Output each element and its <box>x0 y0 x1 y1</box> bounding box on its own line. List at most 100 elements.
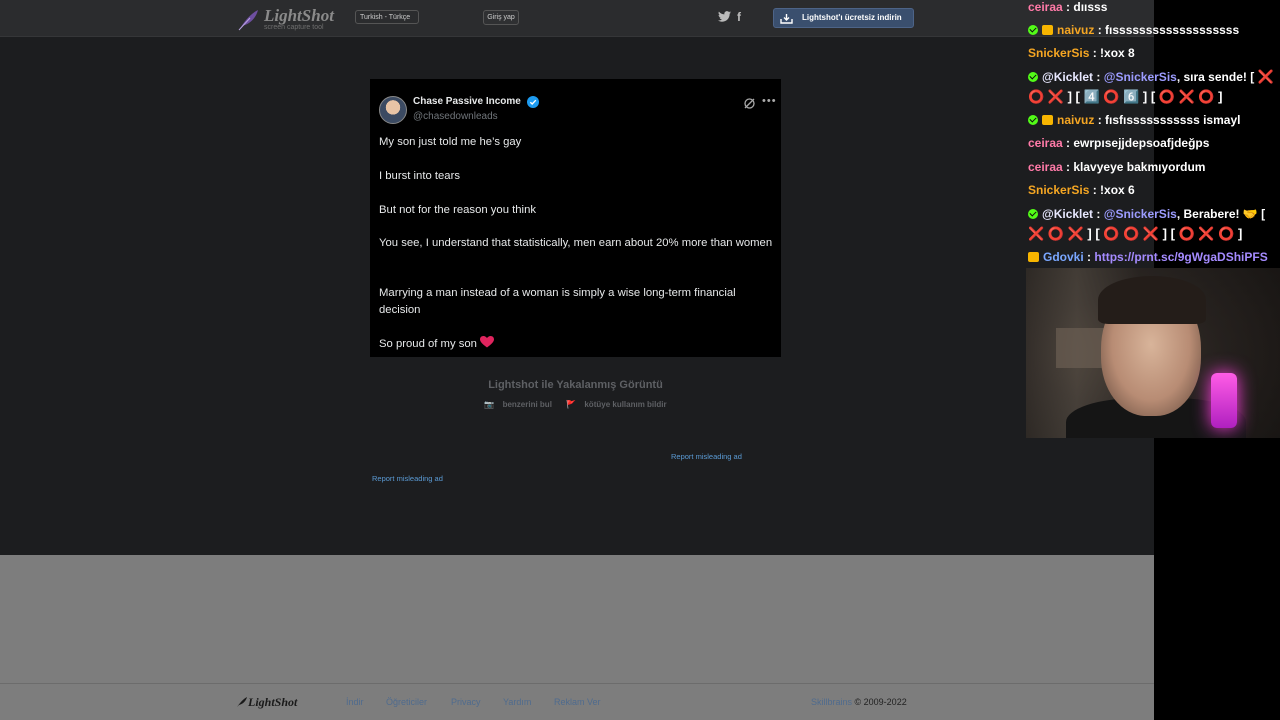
chat-message: SnickerSis : !xox 8 <box>1028 43 1278 63</box>
report-ad-link[interactable]: Report misleading ad <box>671 452 742 461</box>
verified-badge-icon <box>1028 72 1038 82</box>
footer: LightShot İndir Öğreticiler Privacy Yard… <box>0 555 1154 720</box>
chat-username[interactable]: naivuz <box>1057 113 1094 127</box>
avatar <box>379 96 407 124</box>
chat-message: ceiraa : klavyeye bakmıyordum <box>1028 157 1278 177</box>
report-ad-link[interactable]: Report misleading ad <box>372 474 443 483</box>
chat-text: , Berabere! 🤝 [ <box>1176 207 1266 221</box>
chat-username[interactable]: ceiraa <box>1028 136 1063 150</box>
chat-message: ceiraa : ewrpısejjdepsoafjdeğps <box>1028 133 1278 153</box>
screenshot-image[interactable]: Chase Passive Income @chasedownleads •••… <box>370 79 781 357</box>
verified-badge-icon <box>1028 115 1038 125</box>
chat-message: @Kicklet : @SnickerSis, sıra sende! [ ❌ ⭕… <box>1028 67 1278 104</box>
crown-icon <box>1042 115 1053 125</box>
tweet-line: So proud of my son <box>379 338 477 350</box>
chat-username[interactable]: naivuz <box>1057 23 1094 37</box>
find-similar-link[interactable]: 📷 benzerini bul <box>481 400 555 409</box>
twitter-icon[interactable] <box>718 11 731 22</box>
report-abuse-label: kötüye kullanım bildir <box>584 400 667 409</box>
language-selected: Turkish - Türkçe <box>360 14 411 21</box>
crown-icon <box>1042 25 1053 35</box>
chat-text: : ewrpısejjdepsoafjdeğps <box>1066 136 1210 150</box>
chat-mention[interactable]: @SnickerSis <box>1104 207 1177 221</box>
chat-message: naivuz : fısfısssssssssss ismayl <box>1028 110 1278 130</box>
chat-message: @Kicklet : @SnickerSis, Berabere! 🤝 [ ❌ ⭕… <box>1028 204 1278 241</box>
chat-text: : <box>1087 250 1092 264</box>
report-abuse-link[interactable]: 🚩 kötüye kullanım bildir <box>563 400 669 409</box>
footer-divider <box>0 683 1154 684</box>
download-icon <box>780 14 793 24</box>
chat-message: ceiraa : dıısss <box>1028 0 1278 17</box>
tweet-line: Marrying a man instead of a woman is sim… <box>379 287 736 316</box>
webcam-hair <box>1098 276 1206 324</box>
tweet-handle: @chasedownleads <box>413 111 498 122</box>
copyright: Skillbrains © 2009-2022 <box>811 697 907 707</box>
footer-link-help[interactable]: Yardım <box>503 697 531 707</box>
feather-icon <box>237 697 247 707</box>
chat-text: : <box>1096 70 1101 84</box>
chat-username[interactable]: Gdovki <box>1043 250 1084 264</box>
chat-text: : !xox 8 <box>1092 46 1135 60</box>
download-button[interactable]: Lightshot'ı ücretsiz indirin <box>773 8 914 28</box>
tweet-line: I burst into tears <box>379 170 460 182</box>
download-label: Lightshot'ı ücretsiz indirin <box>802 13 902 22</box>
chat-username[interactable]: SnickerSis <box>1028 46 1089 60</box>
more-icon: ••• <box>762 95 777 107</box>
chat-mention[interactable]: @SnickerSis <box>1104 70 1177 84</box>
feather-icon <box>238 10 258 31</box>
find-similar-label: benzerini bul <box>502 400 552 409</box>
footer-logo-text: LightShot <box>248 695 298 709</box>
chat-username[interactable]: ceiraa <box>1028 160 1063 174</box>
camera-icon: 📷 <box>484 400 495 409</box>
verified-badge-icon <box>527 96 539 108</box>
chat-link[interactable]: https://prnt.sc/9gWgaDShiPFS <box>1094 250 1267 264</box>
facebook-icon[interactable]: f <box>737 9 741 25</box>
crown-icon <box>1028 252 1039 262</box>
skillbrains-link[interactable]: Skillbrains <box>811 697 852 707</box>
top-bar: LightShot screen capture tool Turkish - … <box>0 0 1154 37</box>
logo-text: LightShot <box>264 6 334 25</box>
chat-text: , sıra sende! [ <box>1176 70 1255 84</box>
verified-badge-icon <box>1028 25 1038 35</box>
chat-username[interactable]: @Kicklet <box>1042 207 1093 221</box>
stream-chat: ceiraa : dıısss naivuz : fısssssssssssss… <box>1026 0 1280 270</box>
chat-message: SnickerSis : !xox 6 <box>1028 180 1278 200</box>
chat-message: naivuz : fısssssssssssssssssss <box>1028 20 1278 40</box>
chat-text: : dıısss <box>1066 0 1108 14</box>
flag-icon: 🚩 <box>566 400 577 409</box>
language-select[interactable]: Turkish - Türkçe <box>355 10 419 24</box>
chat-text: : !xox 6 <box>1092 183 1135 197</box>
footer-link-download[interactable]: İndir <box>346 697 364 707</box>
chat-continuation: ❌ ⭕ ❌ ] [ ⭕ ⭕ ❌ ] [ ⭕ ❌ ⭕ ] <box>1028 226 1243 241</box>
footer-link-privacy[interactable]: Privacy <box>451 697 481 707</box>
webcam-rgb-light <box>1211 373 1237 428</box>
image-actions: 📷 benzerini bul 🚩 kötüye kullanım bildir <box>370 400 781 409</box>
logo-tagline: screen capture tool <box>264 24 324 31</box>
webcam-overlay <box>1026 268 1280 438</box>
login-button[interactable]: Giriş yap <box>483 10 519 25</box>
chat-text: : fısfısssssssssss ismayl <box>1097 113 1241 127</box>
chat-text: : fısssssssssssssssssss <box>1097 23 1240 37</box>
chat-username[interactable]: ceiraa <box>1028 0 1063 14</box>
tweet-line-last: So proud of my son <box>379 336 774 353</box>
tweet-author: Chase Passive Income <box>413 96 521 107</box>
cross-icon: ❌ <box>1257 69 1274 84</box>
chat-username[interactable]: SnickerSis <box>1028 183 1089 197</box>
lightshot-page: LightShot screen capture tool Turkish - … <box>0 0 1154 720</box>
screenshot-caption: Lightshot ile Yakalanmış Görüntü <box>488 379 663 391</box>
grok-icon <box>744 98 755 109</box>
copyright-years: © 2009-2022 <box>854 697 907 707</box>
chat-continuation: ⭕ ❌ ] [ 4️⃣ ⭕ 6️⃣ ] [ ⭕ ❌ ⭕ ] <box>1028 89 1223 104</box>
tweet-line: But not for the reason you think <box>379 204 536 216</box>
tweet-line: My son just told me he’s gay <box>379 136 522 148</box>
chat-username[interactable]: @Kicklet <box>1042 70 1093 84</box>
chat-text: : klavyeye bakmıyordum <box>1066 160 1206 174</box>
footer-link-advertise[interactable]: Reklam Ver <box>554 697 601 707</box>
chat-text: : <box>1096 207 1101 221</box>
footer-link-tutorials[interactable]: Öğreticiler <box>386 697 427 707</box>
heart-icon <box>480 336 495 348</box>
tweet-line: You see, I understand that statistically… <box>379 237 773 249</box>
verified-badge-icon <box>1028 209 1038 219</box>
chat-message: Gdovki : https://prnt.sc/9gWgaDShiPFS <box>1028 247 1278 267</box>
footer-logo[interactable]: LightShot <box>236 695 297 710</box>
